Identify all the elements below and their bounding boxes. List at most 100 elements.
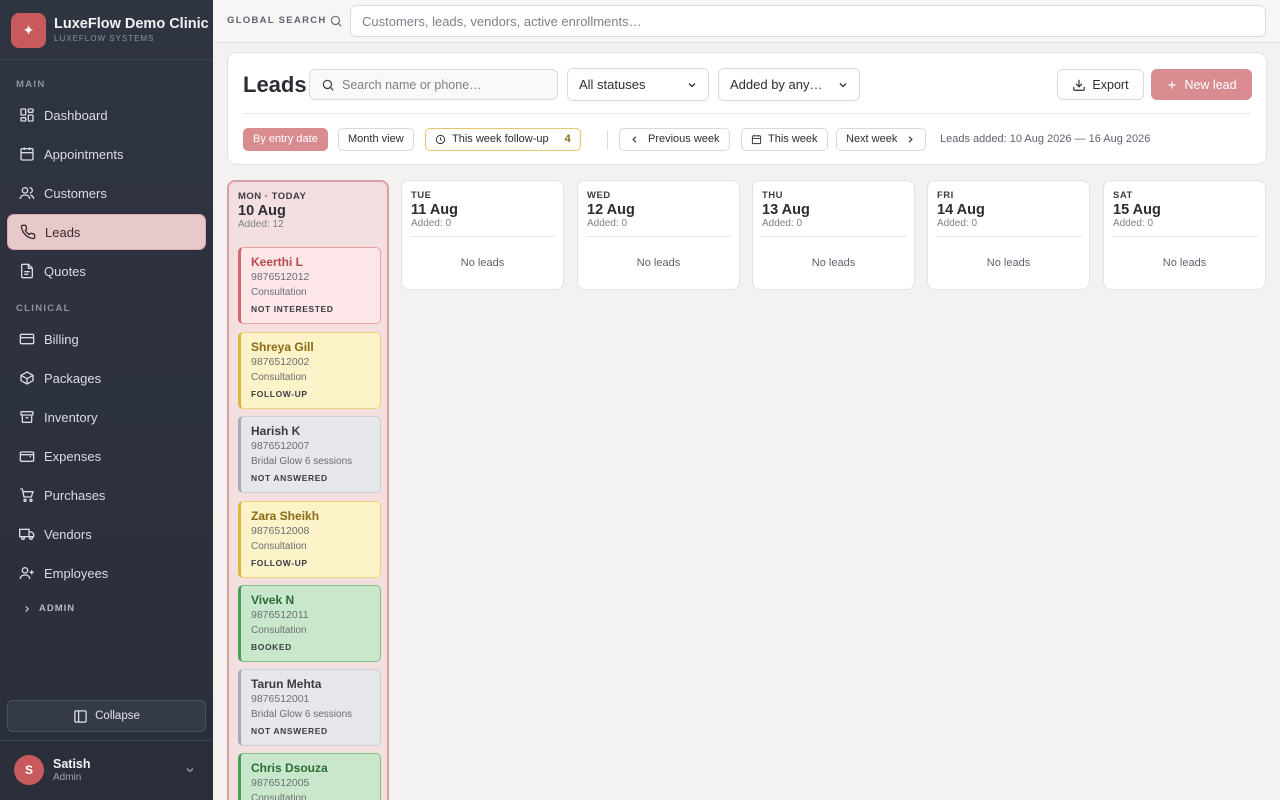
day-date: 14 Aug [937,202,985,218]
by-entry-date-label: By entry date [253,133,318,145]
next-week-button[interactable]: Next week [836,128,927,151]
sidebar-item-billing[interactable]: Billing [7,321,206,357]
wallet-icon [19,451,35,462]
added-by-select-value: Added by any… [730,77,823,92]
export-label: Export [1092,77,1129,92]
sidebar-item-leads[interactable]: Leads [7,214,206,250]
box-icon [20,411,34,423]
day-divider [587,236,732,237]
no-leads-message: No leads [636,257,681,269]
day-added-count: Added: 0 [762,218,803,229]
day-column: TUE 11 Aug Added: 0 No leads [401,180,564,290]
lead-status: NOT ANSWERED [251,726,328,736]
sidebar-item-inventory[interactable]: Inventory [7,399,206,435]
sidebar-item-appointments[interactable]: Appointments [7,136,206,172]
toolbar-divider [243,113,1251,114]
sidebar-collapse-icon [74,709,87,723]
collapse-button[interactable]: Collapse [7,700,206,732]
lead-card[interactable]: Harish K 9876512007 Bridal Glow 6 sessio… [238,416,381,493]
lead-search-field[interactable] [309,69,558,100]
admin-label: ADMIN [39,603,76,614]
lead-card[interactable]: Tarun Mehta 9876512001 Bridal Glow 6 ses… [238,669,381,746]
lead-status: FOLLOW-UP [251,558,308,568]
chevron-down-icon [186,768,194,773]
package-icon [20,371,34,385]
day-of-week: THU [762,190,784,201]
sidebar-item-label: Customers [44,185,107,201]
clock-icon [435,134,446,145]
lead-status: FOLLOW-UP [251,389,308,399]
day-date: 11 Aug [411,202,459,218]
lead-name: Vivek N [251,593,295,607]
sidebar-item-dashboard[interactable]: Dashboard [7,97,206,133]
this-week-followup-filter[interactable]: This week follow-up 4 [425,128,581,151]
lead-name: Chris Dsouza [251,761,328,775]
plus-icon [1168,81,1176,88]
status-select[interactable]: All statuses [567,68,709,101]
lead-card[interactable]: Chris Dsouza 9876512005 Consultation [238,753,381,800]
search-icon [322,79,334,91]
sidebar-item-purchases[interactable]: Purchases [7,477,206,513]
sidebar-item-quotes[interactable]: Quotes [7,253,206,289]
this-week-followup-label: This week follow-up [452,133,549,145]
brand-header: ✦ LuxeFlow Demo Clinic LUXEFLOW SYSTEMS [0,0,213,60]
lead-name: Tarun Mehta [251,677,322,691]
lead-name: Zara Sheikh [251,509,320,523]
lead-phone: 9876512008 [251,525,310,537]
sidebar-item-label: Quotes [44,263,86,279]
day-date: 12 Aug [587,202,635,218]
lead-status: NOT ANSWERED [251,473,328,483]
day-column: WED 12 Aug Added: 0 No leads [577,180,740,290]
export-button[interactable]: Export [1057,69,1144,100]
sidebar: ✦ LuxeFlow Demo Clinic LUXEFLOW SYSTEMS … [0,0,213,800]
global-search-input[interactable] [350,5,1266,37]
sidebar-item-customers[interactable]: Customers [7,175,206,211]
sidebar-group-admin[interactable]: ADMIN [22,603,75,614]
lead-card[interactable]: Shreya Gill 9876512002 Consultation FOLL… [238,332,381,409]
sidebar-item-label: Vendors [44,526,92,542]
calendar-icon [751,134,762,145]
day-divider [411,236,556,237]
lead-service: Consultation [251,372,307,383]
lead-status: NOT INTERESTED [251,304,334,314]
lead-card[interactable]: Keerthi L 9876512012 Consultation NOT IN… [238,247,381,324]
brand-logo: ✦ [11,13,46,48]
day-column: SAT 15 Aug Added: 0 No leads [1103,180,1266,290]
day-of-week: WED [587,190,611,201]
month-view-toggle[interactable]: Month view [338,128,414,151]
chevron-down-icon [839,83,847,88]
user-menu[interactable]: S Satish Admin [0,740,213,800]
sidebar-item-employees[interactable]: Employees [7,555,206,591]
chevron-right-icon [25,605,30,612]
this-week-label: This week [768,133,818,145]
day-column: THU 13 Aug Added: 0 No leads [752,180,915,290]
sidebar-item-label: Purchases [44,487,106,503]
lead-name: Shreya Gill [251,340,314,354]
sidebar-item-label: Dashboard [44,107,108,123]
this-week-button[interactable]: This week [741,128,828,151]
lead-phone: 9876512007 [251,440,310,452]
lead-phone: 9876512012 [251,271,310,283]
sidebar-item-vendors[interactable]: Vendors [7,516,206,552]
lead-card[interactable]: Zara Sheikh 9876512008 Consultation FOLL… [238,501,381,578]
lead-name: Keerthi L [251,255,304,269]
lead-phone: 9876512001 [251,693,310,705]
collapse-label: Collapse [95,710,140,722]
added-by-select[interactable]: Added by any… [718,68,860,101]
lead-name: Harish K [251,424,301,438]
calendar-icon [20,147,34,161]
previous-week-button[interactable]: Previous week [619,128,730,151]
lead-card[interactable]: Vivek N 9876512011 Consultation BOOKED [238,585,381,662]
lead-search-input[interactable] [342,70,552,99]
sidebar-item-expenses[interactable]: Expenses [7,438,206,474]
chevron-left-icon [632,136,637,143]
new-lead-button[interactable]: New lead [1151,69,1252,100]
day-of-week: MON · TODAY [238,191,307,202]
sidebar-item-label: Leads [45,224,81,240]
day-divider [937,236,1082,237]
day-of-week: FRI [937,190,954,201]
followup-count-badge: 4 [564,133,571,145]
sidebar-item-packages[interactable]: Packages [7,360,206,396]
day-date: 15 Aug [1113,202,1161,218]
by-entry-date-toggle[interactable]: By entry date [243,128,328,151]
